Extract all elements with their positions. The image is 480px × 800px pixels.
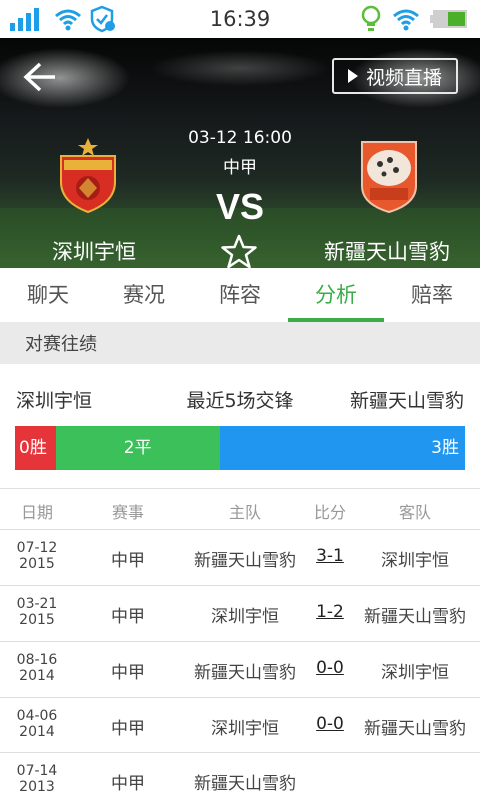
date-month-day: 07-14 <box>16 763 58 779</box>
battery-icon <box>430 0 468 38</box>
table-header: 日期 赛事 主队 比分 客队 <box>0 489 480 529</box>
match-date: 03-21 2015 <box>0 596 74 628</box>
table-row[interactable]: 08-16 2014 中甲 新疆天山雪豹 0-0 深圳宇恒 <box>0 641 480 697</box>
record-bar: 0胜 2平 3胜 <box>15 426 465 470</box>
vs-label: VS <box>215 186 265 227</box>
table-row[interactable]: 07-14 2013 中甲 新疆天山雪豹 <box>0 752 480 800</box>
win-segment: 0胜 <box>15 426 56 470</box>
away-team-cell: 新疆天山雪豹 <box>364 607 466 627</box>
table-row[interactable]: 03-21 2015 中甲 深圳宇恒 1-2 新疆天山雪豹 <box>0 585 480 641</box>
win-label: 0胜 <box>19 438 47 458</box>
score-link[interactable]: 0-0 <box>306 714 354 734</box>
wifi-icon <box>392 0 420 38</box>
match-league-cell: 中甲 <box>111 774 145 794</box>
score-link[interactable]: 0-0 <box>306 658 354 678</box>
draw-segment: 2平 <box>55 426 220 470</box>
tab-analysis[interactable]: 分析 <box>288 268 384 322</box>
tab-odds[interactable]: 赔率 <box>384 268 480 322</box>
score-link[interactable]: 3-1 <box>306 546 354 566</box>
play-icon <box>347 69 358 83</box>
date-month-day: 04-06 <box>16 708 58 724</box>
match-date: 04-06 2014 <box>0 708 74 740</box>
draw-label: 2平 <box>123 438 152 458</box>
live-video-button[interactable]: 视频直播 <box>332 58 458 94</box>
head-to-head-summary: 深圳宇恒 最近5场交锋 新疆天山雪豹 <box>0 378 480 418</box>
loss-label: 3胜 <box>431 438 459 458</box>
match-league-cell: 中甲 <box>111 551 145 571</box>
away-team-cell: 新疆天山雪豹 <box>364 719 466 739</box>
tab-match-status[interactable]: 赛况 <box>96 268 192 322</box>
match-date: 08-16 2014 <box>0 652 74 684</box>
date-month-day: 07-12 <box>16 540 58 556</box>
date-year: 2015 <box>19 612 55 628</box>
live-video-label: 视频直播 <box>365 66 442 89</box>
header-score: 比分 <box>313 503 346 522</box>
table-row[interactable]: 04-06 2014 中甲 深圳宇恒 0-0 新疆天山雪豹 <box>0 697 480 753</box>
home-team-cell: 新疆天山雪豹 <box>194 551 296 571</box>
tab-lineup[interactable]: 阵容 <box>192 268 288 322</box>
lightbulb-icon <box>360 0 382 38</box>
back-arrow-icon[interactable] <box>22 60 58 94</box>
match-league-cell: 中甲 <box>111 607 145 627</box>
date-year: 2014 <box>19 724 55 740</box>
away-team-cell: 深圳宇恒 <box>381 551 449 571</box>
star-icon[interactable] <box>220 234 258 268</box>
header-away: 客队 <box>398 503 431 522</box>
home-team-cell: 新疆天山雪豹 <box>194 663 296 683</box>
table-row[interactable]: 07-12 2015 中甲 新疆天山雪豹 3-1 深圳宇恒 <box>0 529 480 585</box>
away-team-name: 新疆天山雪豹 <box>324 240 450 264</box>
tab-chat[interactable]: 聊天 <box>0 268 96 322</box>
header-home: 主队 <box>228 503 261 522</box>
date-month-day: 08-16 <box>16 652 58 668</box>
score-link[interactable]: 1-2 <box>306 602 354 622</box>
status-bar: 16:39 <box>0 0 480 38</box>
home-team-cell: 深圳宇恒 <box>211 719 279 739</box>
summary-away-team: 新疆天山雪豹 <box>349 390 464 412</box>
match-time: 03-12 16:00 <box>188 128 292 148</box>
home-team-name: 深圳宇恒 <box>52 240 136 264</box>
loss-segment: 3胜 <box>219 426 465 470</box>
match-league: 中甲 <box>223 158 257 178</box>
tab-bar: 聊天 赛况 阵容 分析 赔率 <box>0 268 480 322</box>
date-month-day: 03-21 <box>16 596 58 612</box>
match-league-cell: 中甲 <box>111 719 145 739</box>
header-league: 赛事 <box>111 503 144 522</box>
home-team-cell: 深圳宇恒 <box>211 607 279 627</box>
away-team-cell: 深圳宇恒 <box>381 663 449 683</box>
section-title: 对赛往绩 <box>25 334 97 355</box>
date-year: 2015 <box>19 556 55 572</box>
match-date: 07-14 2013 <box>0 763 74 795</box>
section-header: 对赛往绩 <box>0 322 480 364</box>
date-year: 2014 <box>19 668 55 684</box>
match-league-cell: 中甲 <box>111 663 145 683</box>
date-year: 2013 <box>19 779 55 795</box>
home-team-cell: 新疆天山雪豹 <box>194 774 296 794</box>
header-date: 日期 <box>20 503 53 522</box>
match-date: 07-12 2015 <box>0 540 74 572</box>
match-header: 视频直播 03-12 16:00 中甲 VS 深圳宇恒 新疆天山雪豹 <box>0 38 480 268</box>
